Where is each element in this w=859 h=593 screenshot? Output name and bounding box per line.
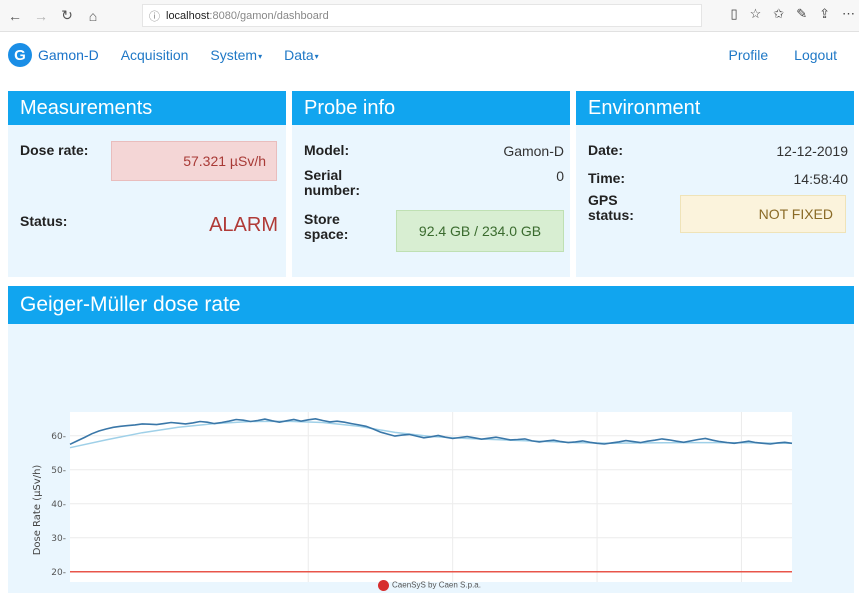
y-tick-label: 30- [51,534,66,544]
footer-text: CaenSyS by Caen S.p.a. [392,580,481,590]
y-axis-ticks: 20- 30- 40- 50- 60- [51,432,66,578]
dose-rate-chart: 20- 30- 40- 50- 60- Dose Rate (µSv/h) [32,412,793,582]
y-tick-label: 40- [51,500,66,510]
caen-logo-icon [378,580,390,591]
y-tick-label: 60- [51,432,66,442]
footer: CaenSyS by Caen S.p.a. [0,580,859,591]
y-tick-label: 20- [51,568,66,578]
y-axis-label: Dose Rate (µSv/h) [32,465,43,556]
y-tick-label: 50- [51,466,66,476]
